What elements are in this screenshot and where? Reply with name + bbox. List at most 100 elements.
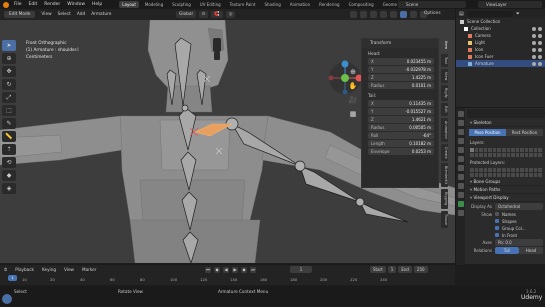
extrude-icon[interactable]: ⇡ — [2, 144, 16, 155]
show-names-checkbox[interactable]: Names — [495, 211, 516, 217]
display-mode-icon[interactable]: ▤ — [459, 11, 464, 17]
tab-tool[interactable]: Tool — [441, 53, 448, 67]
tab-sculpting[interactable]: Sculpting — [169, 1, 194, 8]
end-frame-field[interactable]: 250 — [413, 266, 428, 273]
pan-hand-icon[interactable]: ✋ — [348, 82, 358, 92]
hide-icon[interactable] — [532, 26, 536, 31]
armature-data-tab-icon[interactable] — [457, 201, 464, 207]
cursor-icon[interactable]: ⊕ — [2, 53, 16, 64]
view-layer-tab-icon[interactable] — [457, 138, 464, 144]
annotate-icon[interactable]: ✎ — [2, 118, 16, 129]
move-icon[interactable]: ✥ — [2, 66, 16, 77]
menu-armature[interactable]: Armature — [91, 12, 111, 17]
pivot-icon[interactable]: ⊙ — [198, 11, 209, 18]
head-y-field[interactable]: Y -0.032978 m — [368, 66, 434, 73]
tail-x-field[interactable]: X 0.11435 m — [368, 100, 434, 107]
menu-window[interactable]: Window — [67, 2, 85, 7]
head-x-field[interactable]: X 0.023455 m — [368, 58, 434, 65]
hide-icon[interactable] — [532, 61, 536, 66]
display-as-dropdown[interactable]: Octahedral — [495, 203, 543, 210]
overlay-toggle-icon[interactable] — [370, 11, 377, 18]
show-in-front-checkbox[interactable]: In Front — [495, 232, 543, 238]
tab-animation[interactable]: Animation — [441, 117, 448, 142]
gizmo-toggle-icon[interactable] — [360, 11, 367, 18]
start-frame-field[interactable]: 1 — [387, 266, 397, 273]
menu-timeline-view[interactable]: View — [64, 267, 74, 272]
mode-dropdown[interactable]: Edit Mode — [4, 11, 36, 18]
udemy-play-icon[interactable] — [2, 294, 12, 304]
blender-logo-icon[interactable] — [3, 1, 9, 8]
render-icon[interactable] — [538, 33, 542, 38]
grid-perspective-icon[interactable]: ▦ — [348, 110, 358, 120]
head-radius-field[interactable]: Radius 0.0101 m — [368, 82, 434, 89]
motion-paths-header[interactable]: Motion Paths — [466, 186, 545, 194]
timeline-editor-icon[interactable]: ⏱ — [4, 267, 7, 272]
tail-y-field[interactable]: Y -0.015527 m — [368, 108, 434, 115]
hide-icon[interactable] — [532, 40, 536, 45]
menu-view[interactable]: View — [41, 12, 51, 17]
pose-position-button[interactable]: Pose Position — [469, 129, 506, 136]
tab-create[interactable]: Create — [441, 143, 448, 162]
outliner-row-light[interactable]: Light — [456, 39, 545, 46]
tab-edit[interactable]: Edit — [441, 102, 448, 116]
hide-icon[interactable] — [532, 33, 536, 38]
scene-tab-icon[interactable] — [457, 147, 464, 153]
bone-envelope-icon[interactable]: ◈ — [2, 183, 16, 194]
playhead[interactable]: 1 — [8, 275, 17, 281]
tab-rigify[interactable]: Rigify — [441, 85, 448, 101]
render-tab-icon[interactable] — [457, 120, 464, 126]
tab-item[interactable]: Item — [441, 38, 448, 52]
relations-head-button[interactable]: Head — [519, 247, 543, 254]
tab-uv-editing[interactable]: UV Editing — [197, 1, 224, 8]
menu-select[interactable]: Select — [58, 12, 71, 17]
menu-file[interactable]: File — [14, 2, 22, 7]
timeline-ruler[interactable]: 10 20 40 60 80 100 120 140 160 180 200 2… — [0, 275, 455, 285]
bone-groups-header[interactable]: Bone Groups — [466, 178, 545, 186]
head-z-field[interactable]: Z 1.4225 m — [368, 74, 434, 81]
show-group-colors-checkbox[interactable]: Group Col... — [495, 225, 543, 231]
options-dropdown[interactable]: Options — [424, 11, 441, 16]
roll-icon[interactable]: ⟲ — [2, 157, 16, 168]
menu-keying[interactable]: Keying — [42, 267, 56, 272]
length-field[interactable]: Length 0.10182 m — [368, 140, 434, 147]
roll-field[interactable]: Roll -64° — [368, 132, 434, 139]
play-icon[interactable]: ▶ — [232, 267, 238, 273]
bone-layers-grid[interactable] — [470, 148, 542, 157]
prev-keyframe-icon[interactable]: ◆ — [214, 267, 220, 273]
tool-tab-icon[interactable] — [457, 111, 464, 117]
jump-end-icon[interactable]: ⏭ — [250, 267, 256, 273]
xray-icon[interactable] — [380, 11, 387, 18]
filter-icon[interactable]: ⏷ — [516, 11, 520, 17]
axes-position-field[interactable]: Po: 0.0 — [495, 239, 543, 246]
camera-view-icon[interactable]: 🎥 — [348, 96, 358, 106]
outliner-row-camera[interactable]: Camera — [456, 32, 545, 39]
current-frame-field[interactable]: 1 — [290, 266, 312, 273]
solid-shading-icon[interactable] — [400, 11, 407, 18]
show-shapes-checkbox[interactable]: Shapes — [495, 218, 543, 224]
outliner-row-icon-fuer[interactable]: Icon Fuer — [456, 53, 545, 60]
hide-icon[interactable] — [532, 54, 536, 59]
snap-icon[interactable]: 🧲 — [211, 11, 223, 18]
select-icon[interactable]: ➤ — [2, 40, 16, 51]
render-icon[interactable] — [538, 61, 542, 66]
transform-icon[interactable]: ⬚ — [2, 105, 16, 116]
menu-render[interactable]: Render — [44, 2, 60, 7]
physics-tab-icon[interactable] — [457, 183, 464, 189]
constraints-tab-icon[interactable] — [457, 192, 464, 198]
outliner-row-collection[interactable]: Collection — [456, 25, 545, 32]
zoom-icon[interactable]: ⊕ — [348, 68, 358, 78]
measure-icon[interactable]: 📏 — [2, 131, 16, 142]
output-tab-icon[interactable] — [457, 129, 464, 135]
tab-geometry[interactable]: Geome — [380, 1, 400, 8]
protected-layers-grid[interactable] — [470, 168, 542, 177]
render-icon[interactable] — [538, 40, 542, 45]
tab-rigging[interactable]: Rigging — [441, 189, 448, 209]
menu-edit[interactable]: Edit — [29, 2, 38, 7]
bone-tab-icon[interactable] — [457, 210, 464, 216]
menu-add[interactable]: Add — [77, 12, 85, 17]
modifier-tab-icon[interactable] — [457, 174, 464, 180]
menu-marker[interactable]: Marker — [82, 267, 96, 272]
tab-layout[interactable]: Layout — [119, 1, 139, 8]
tail-z-field[interactable]: Z 1.4621 m — [368, 116, 434, 123]
properties-search-input[interactable] — [467, 109, 545, 118]
